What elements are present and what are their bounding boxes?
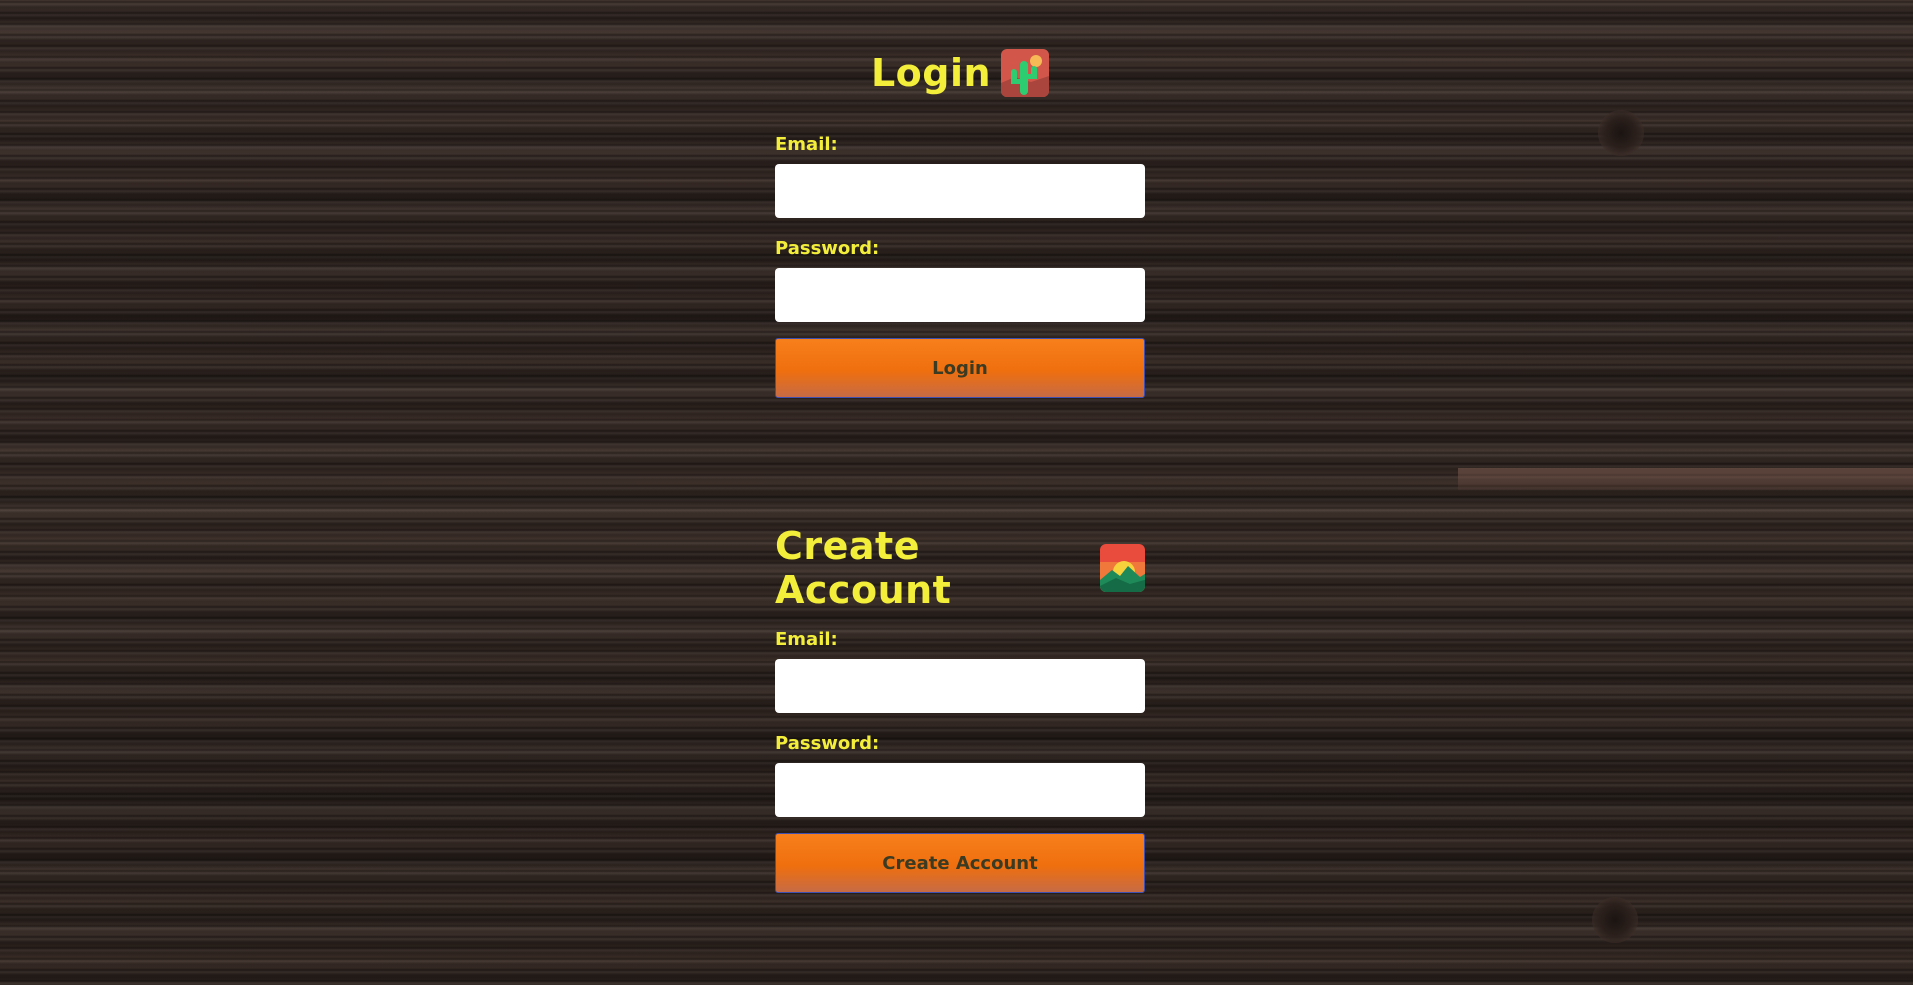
sunrise-over-mountains-icon	[1099, 544, 1145, 592]
create-account-button[interactable]: Create Account	[775, 833, 1145, 893]
create-account-title: Create Account	[775, 524, 952, 612]
create-password-label: Password:	[775, 733, 880, 754]
wood-knot	[1598, 110, 1644, 156]
login-password-label: Password:	[775, 238, 880, 259]
login-button[interactable]: Login	[775, 338, 1145, 398]
create-email-input[interactable]	[775, 659, 1145, 713]
login-email-label: Email:	[775, 134, 838, 155]
desert-cactus-icon	[1001, 49, 1050, 97]
login-email-input[interactable]	[775, 164, 1145, 218]
wood-plank-highlight	[1458, 468, 1913, 490]
create-account-form: Create Account Email: Password: Create A…	[775, 524, 1145, 893]
login-form: Login Email: Password: Login	[775, 46, 1145, 398]
login-title: Login	[870, 51, 992, 95]
create-email-label: Email:	[775, 629, 838, 650]
login-password-input[interactable]	[775, 268, 1145, 322]
login-heading: Login	[775, 46, 1145, 100]
create-password-input[interactable]	[775, 763, 1145, 817]
create-account-heading: Create Account	[775, 524, 1145, 612]
wood-knot	[1592, 897, 1638, 943]
